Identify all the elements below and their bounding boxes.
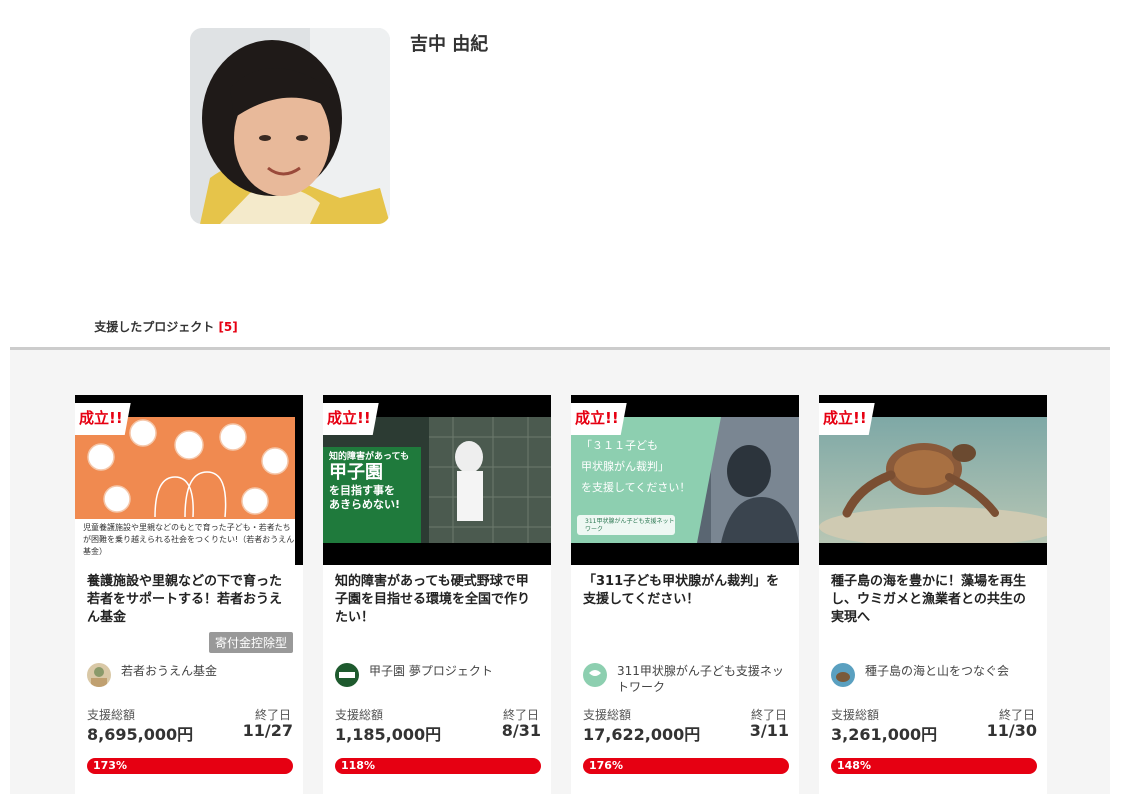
owner-avatar: [87, 663, 111, 687]
achieved-badge: 成立!!: [323, 403, 379, 435]
tab-supported-projects[interactable]: 支援したプロジェクト [5]: [70, 308, 262, 353]
achieved-badge: 成立!!: [819, 403, 875, 435]
owner-name: 若者おうえん基金: [121, 664, 218, 678]
tab-label: 支援したプロジェクト: [94, 320, 215, 334]
thumbnail-line: 「３１１子ども: [581, 439, 658, 452]
project-title[interactable]: 種子島の海を豊かに！藻場を再生し、ウミガメと漁業者との共生の実現へ: [831, 573, 1037, 627]
progress-percent: 148%: [837, 759, 871, 772]
achieved-badge: 成立!!: [75, 403, 131, 435]
profile-avatar: [190, 28, 390, 224]
project-owner[interactable]: 甲子園 夢プロジェクト: [335, 663, 545, 697]
thumbnail-caption: 児童養護施設や里親などのもとで育った子ども・若者たちが困難を乗り越えられる社会を…: [83, 523, 295, 556]
progress-bar: 118%: [335, 758, 541, 774]
profile-name: 吉中 由紀: [410, 34, 489, 55]
project-title[interactable]: 養護施設や里親などの下で育った若者をサポートする！若者おうえん基金: [87, 573, 293, 627]
end-date: 8/31: [501, 721, 541, 740]
thumbnail-line: を目指す事を: [329, 484, 395, 497]
progress-percent: 173%: [93, 759, 127, 772]
tax-deduction-tag: 寄付金控除型: [208, 632, 293, 653]
total-amount: 1,185,000円: [335, 725, 442, 744]
project-title[interactable]: 「311子ども甲状腺がん裁判」を支援してください！: [583, 573, 789, 609]
thumbnail-line: 知的障害があっても: [329, 452, 410, 462]
project-card[interactable]: 児童養護施設や里親などのもとで育った子ども・若者たちが困難を乗り越えられる社会を…: [75, 395, 303, 794]
tab-count: [5]: [218, 320, 238, 334]
project-card[interactable]: 知的障害があっても 甲子園 を目指す事を あきらめない! 成立!! 知的障害があ…: [323, 395, 551, 794]
thumbnail-line: あきらめない!: [329, 498, 401, 511]
progress-bar: 173%: [87, 758, 293, 774]
thumbnail-line: 甲子園: [329, 462, 383, 483]
end-date: 11/30: [986, 721, 1037, 740]
owner-name: 甲子園 夢プロジェクト: [369, 664, 493, 678]
thumbnail-text: 「３１１子ども 甲状腺がん裁判」 を支援してください！: [581, 435, 711, 498]
progress-bar: 176%: [583, 758, 789, 774]
total-amount: 3,261,000円: [831, 725, 938, 744]
project-title[interactable]: 知的障害があっても硬式野球で甲子園を目指せる環境を全国で作りたい！: [335, 573, 541, 627]
project-owner[interactable]: 若者おうえん基金: [87, 663, 297, 697]
tab-bar: 支援したプロジェクト [5]: [10, 308, 1110, 353]
owner-name: 311甲状腺がん子ども支援ネットワーク: [617, 664, 784, 694]
owner-avatar: [831, 663, 855, 687]
progress-percent: 118%: [341, 759, 375, 772]
owner-name: 種子島の海と山をつなぐ会: [865, 664, 1010, 678]
project-card[interactable]: 「３１１子ども 甲状腺がん裁判」 を支援してください！ 311甲状腺がん子ども支…: [571, 395, 799, 794]
total-amount: 8,695,000円: [87, 725, 194, 744]
thumbnail-logo-text: 311甲状腺がん子ども支援ネットワーク: [585, 518, 675, 533]
owner-avatar: [583, 663, 607, 687]
project-thumbnail[interactable]: 「３１１子ども 甲状腺がん裁判」 を支援してください！ 311甲状腺がん子ども支…: [571, 395, 799, 565]
project-thumbnail[interactable]: 児童養護施設や里親などのもとで育った子ども・若者たちが困難を乗り越えられる社会を…: [75, 395, 303, 565]
thumbnail-line: を支援してください！: [581, 481, 691, 494]
project-thumbnail[interactable]: 知的障害があっても 甲子園 を目指す事を あきらめない! 成立!!: [323, 395, 551, 565]
owner-avatar: [335, 663, 359, 687]
thumbnail-line: 甲状腺がん裁判」: [581, 460, 669, 473]
project-owner[interactable]: 種子島の海と山をつなぐ会: [831, 663, 1041, 697]
thumbnail-text: 知的障害があっても 甲子園 を目指す事を あきらめない!: [329, 449, 425, 512]
progress-percent: 176%: [589, 759, 623, 772]
end-date: 3/11: [749, 721, 789, 740]
project-thumbnail[interactable]: 成立!!: [819, 395, 1047, 565]
end-date: 11/27: [242, 721, 293, 740]
achieved-badge: 成立!!: [571, 403, 627, 435]
project-owner[interactable]: 311甲状腺がん子ども支援ネットワーク: [583, 663, 793, 697]
progress-bar: 148%: [831, 758, 1037, 774]
project-card[interactable]: 成立!! 種子島の海を豊かに！藻場を再生し、ウミガメと漁業者との共生の実現へ 種…: [819, 395, 1047, 794]
total-amount: 17,622,000円: [583, 725, 701, 744]
